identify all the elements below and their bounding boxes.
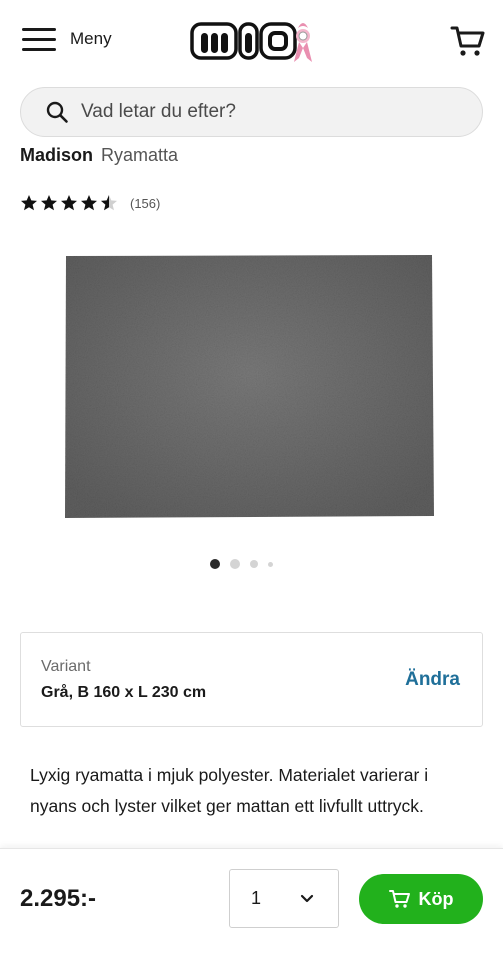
carousel-dot-active[interactable] <box>210 559 220 569</box>
product-description: Lyxig ryamatta i mjuk polyester. Materia… <box>30 765 429 816</box>
product-subtitle: Ryamatta <box>101 145 179 165</box>
variant-selector: Variant Grå, B 160 x L 230 cm Ändra <box>20 632 483 727</box>
cart-icon <box>388 890 410 908</box>
cart-icon[interactable] <box>450 24 486 58</box>
carousel-dot[interactable] <box>230 559 240 569</box>
quantity-value: 1 <box>251 888 262 908</box>
search-icon <box>46 101 68 123</box>
carousel-dots <box>0 559 503 569</box>
review-count: (156) <box>130 195 161 211</box>
quantity-select[interactable]: 1 <box>229 869 339 928</box>
star-rating-icon <box>21 195 117 211</box>
menu-button[interactable]: Meny <box>22 26 112 52</box>
price: 2.295:- <box>20 885 97 912</box>
carousel-dot[interactable] <box>250 560 258 568</box>
mio-logo[interactable] <box>190 18 314 66</box>
menu-label: Meny <box>70 29 112 48</box>
hamburger-icon <box>22 26 56 52</box>
change-variant-link[interactable]: Ändra <box>405 669 460 691</box>
variant-value: Grå, B 160 x L 230 cm <box>41 684 207 701</box>
search-input[interactable] <box>81 101 461 123</box>
buy-label: Köp <box>418 888 454 909</box>
product-title: Madison Ryamatta <box>20 145 178 166</box>
rating[interactable]: (156) <box>20 194 160 212</box>
site-header: Meny <box>0 0 503 84</box>
purchase-bar: 2.295:- 1 Köp <box>0 848 503 960</box>
carousel-dot[interactable] <box>268 561 273 567</box>
product-brand: Madison <box>20 145 94 165</box>
chevron-down-icon <box>300 894 314 903</box>
product-image[interactable] <box>62 252 436 520</box>
variant-label: Variant <box>41 658 91 675</box>
search-bar[interactable] <box>20 87 483 137</box>
buy-button[interactable]: Köp <box>359 874 483 924</box>
